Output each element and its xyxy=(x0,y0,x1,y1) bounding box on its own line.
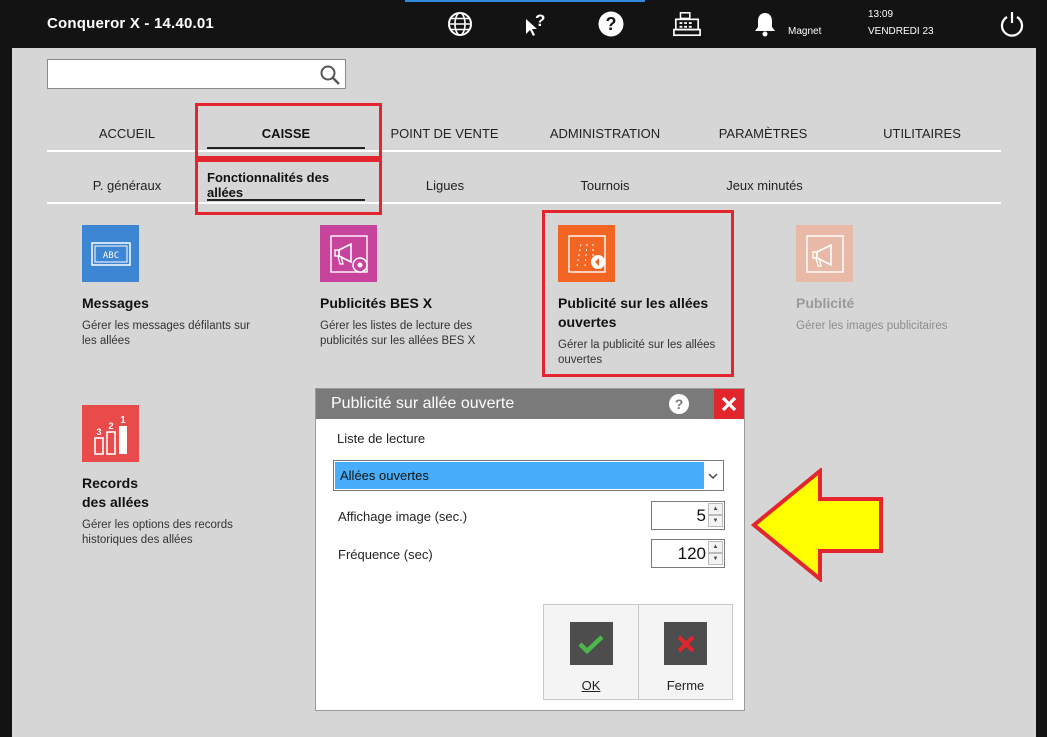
frequency-value: 120 xyxy=(677,544,706,563)
svg-text:2: 2 xyxy=(108,421,113,431)
tile-title: Publicités BES X xyxy=(320,295,433,311)
tile-description: Gérer la publicité sur les allées ouvert… xyxy=(558,339,716,366)
top-bar: Conqueror X - 14.40.01 ? ? Magnet 13:09 … xyxy=(0,0,1047,48)
subtab-jeux-minutes[interactable]: Jeux minutés xyxy=(712,170,817,200)
yellow-arrow-annotation xyxy=(750,468,883,582)
playlist-label: Liste de lecture xyxy=(337,431,426,446)
ok-button[interactable]: OK xyxy=(544,605,638,699)
tile-description: Gérer les options des records historique… xyxy=(82,519,233,546)
tile-publicite-allees-ouvertes[interactable]: Publicité sur les allées ouvertes Gérer … xyxy=(558,225,718,368)
playlist-select[interactable]: Allées ouvertes xyxy=(333,460,724,491)
frequency-stepper[interactable]: 120 ▲ ▼ xyxy=(651,539,725,568)
tile-publicite: Publicité Gérer les images publicitaires xyxy=(796,225,1016,334)
stepper-down-icon[interactable]: ▼ xyxy=(708,515,723,527)
display-duration-label: Affichage image (sec.) xyxy=(338,509,468,524)
top-accent-line xyxy=(405,0,645,2)
subtab-fonctionnalites-allees[interactable]: Fonctionnalités des allées xyxy=(207,170,365,201)
svg-text:?: ? xyxy=(606,14,617,34)
checkmark-icon xyxy=(569,622,613,665)
tile-title: Records des allées xyxy=(82,474,302,512)
subtab-p-generaux[interactable]: P. généraux xyxy=(77,170,177,200)
clock-date: VENDREDI 23 xyxy=(868,26,934,37)
tab-accueil[interactable]: ACCUEIL xyxy=(67,118,187,148)
stepper-up-icon[interactable]: ▲ xyxy=(708,503,723,515)
close-icon xyxy=(721,396,737,412)
tile-title-line2: des allées xyxy=(82,494,149,510)
dialog-header: Publicité sur allée ouverte ? xyxy=(316,389,744,419)
podium-icon: 321 xyxy=(82,405,139,462)
svg-text:1: 1 xyxy=(120,415,126,426)
close-label: Ferme xyxy=(666,678,705,693)
abc-display-icon: ABC xyxy=(82,225,139,282)
search-box[interactable] xyxy=(47,59,346,89)
tile-publicites-bes-x[interactable]: Publicités BES X Gérer les listes de lec… xyxy=(320,225,540,349)
sub-tabs: P. généraux Fonctionnalités des allées L… xyxy=(47,170,1001,204)
svg-text:3: 3 xyxy=(96,427,101,437)
display-duration-stepper[interactable]: 5 ▲ ▼ xyxy=(651,501,725,530)
open-lanes-ad-icon xyxy=(558,225,615,282)
power-icon[interactable] xyxy=(998,10,1026,38)
svg-text:?: ? xyxy=(535,11,545,30)
stepper-arrows[interactable]: ▲ ▼ xyxy=(708,541,723,566)
dialog-open-lane-advertising: Publicité sur allée ouverte ? Liste de l… xyxy=(315,388,745,711)
help-icon[interactable]: ? xyxy=(668,393,690,415)
display-duration-value: 5 xyxy=(696,506,706,525)
tile-title: Publicité xyxy=(796,295,855,311)
subtab-ligues[interactable]: Ligues xyxy=(405,170,485,200)
chevron-down-icon xyxy=(708,473,718,479)
svg-text:ABC: ABC xyxy=(102,251,118,261)
right-edge xyxy=(1035,48,1047,737)
close-button[interactable] xyxy=(714,389,744,419)
tile-title-line1: Records xyxy=(82,475,139,491)
stepper-up-icon[interactable]: ▲ xyxy=(708,541,723,553)
ok-label: OK xyxy=(581,678,601,693)
tile-description: Gérer les messages défilants sur les all… xyxy=(82,320,251,347)
subtab-tournois[interactable]: Tournois xyxy=(560,170,650,200)
megaphone-icon xyxy=(796,225,853,282)
clock-time: 13:09 xyxy=(868,9,894,20)
playlist-selected-value: Allées ouvertes xyxy=(335,462,704,489)
tile-title: Messages xyxy=(82,295,149,311)
tile-records-allees[interactable]: 321 Records des allées Gérer les options… xyxy=(82,405,302,548)
tab-caisse[interactable]: CAISSE xyxy=(207,118,365,149)
tile-title: Publicité sur les allées ouvertes xyxy=(558,295,709,330)
app-title: Conqueror X - 14.40.01 xyxy=(47,15,214,32)
dialog-buttons: OK Ferme xyxy=(543,604,733,700)
pointer-help-icon[interactable]: ? xyxy=(521,10,549,38)
left-edge xyxy=(0,48,12,737)
tab-utilitaires[interactable]: UTILITAIRES xyxy=(867,118,977,148)
help-icon[interactable]: ? xyxy=(597,10,625,38)
tile-messages[interactable]: ABC Messages Gérer les messages défilant… xyxy=(82,225,302,349)
tab-parametres[interactable]: PARAMÈTRES xyxy=(707,118,819,148)
main-tabs: ACCUEIL CAISSE POINT DE VENTE ADMINISTRA… xyxy=(47,118,1001,152)
cash-register-icon[interactable] xyxy=(673,10,701,38)
globe-icon[interactable] xyxy=(446,10,474,38)
tile-description: Gérer les images publicitaires xyxy=(796,320,948,332)
stepper-arrows[interactable]: ▲ ▼ xyxy=(708,503,723,528)
megaphone-gear-icon xyxy=(320,225,377,282)
frequency-label: Fréquence (sec) xyxy=(338,547,433,562)
tab-administration[interactable]: ADMINISTRATION xyxy=(540,118,670,148)
dialog-title: Publicité sur allée ouverte xyxy=(331,395,515,412)
user-name: Magnet xyxy=(788,26,822,37)
tab-point-de-vente[interactable]: POINT DE VENTE xyxy=(382,118,507,148)
close-icon xyxy=(664,622,707,665)
bell-icon[interactable] xyxy=(751,10,779,38)
stepper-down-icon[interactable]: ▼ xyxy=(708,553,723,565)
tile-description: Gérer les listes de lecture des publicit… xyxy=(320,320,476,347)
close-dialog-button[interactable]: Ferme xyxy=(638,605,732,699)
svg-text:?: ? xyxy=(675,396,684,412)
search-icon[interactable] xyxy=(319,64,341,86)
